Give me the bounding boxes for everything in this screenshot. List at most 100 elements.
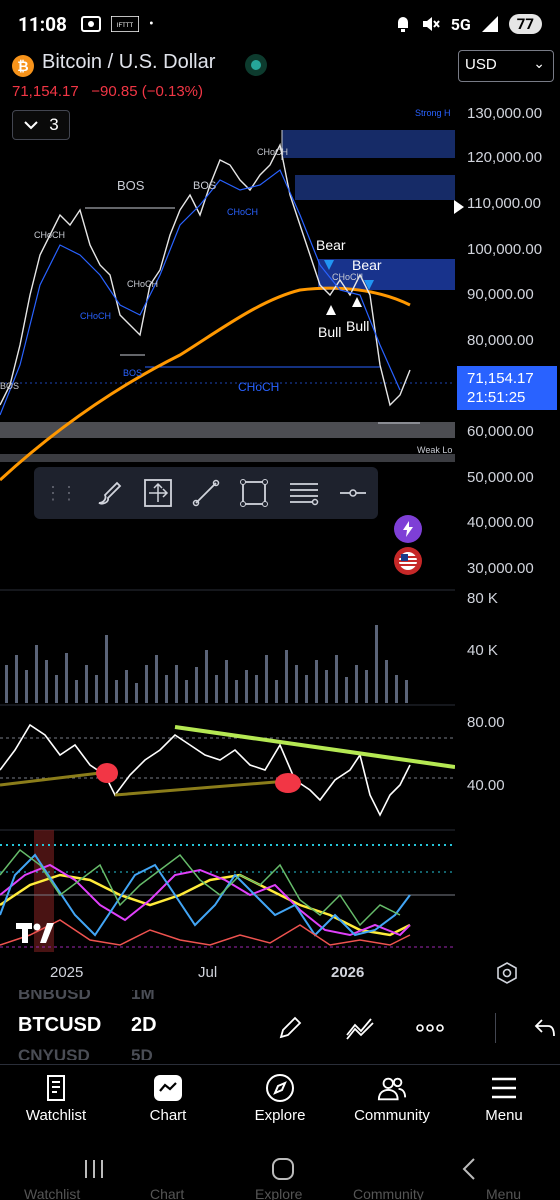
bos-label: BOS — [117, 178, 145, 193]
fib-retracement-icon — [289, 483, 318, 506]
bitcoin-icon: ₿ — [12, 55, 34, 77]
price-line: 71,154.17 −90.85 (−0.13%) — [12, 83, 203, 100]
price-tick: 90,000.00 — [467, 286, 534, 303]
currency-value: USD — [465, 56, 497, 73]
brush-icon — [98, 481, 122, 505]
current-symbol[interactable]: BTCUSD — [18, 1014, 101, 1037]
ghost-nav-label: Explore — [255, 1186, 303, 1200]
price-tick: 40,000.00 — [467, 514, 534, 531]
ghost-nav-label: Community — [353, 1186, 424, 1200]
economic-calendar-button[interactable] — [394, 547, 422, 575]
screen-record-icon — [80, 16, 101, 32]
nav-explore[interactable]: Explore — [224, 1065, 336, 1138]
choch-label: CHoCH — [80, 311, 111, 321]
choch-label: CHoCH — [127, 279, 158, 289]
indicators-button[interactable] — [325, 1008, 395, 1048]
chart-actions — [255, 1008, 560, 1048]
recent-apps-icon[interactable] — [83, 1158, 105, 1180]
rectangle-icon — [240, 479, 269, 507]
bottom-nav: Watchlist Chart Explore Community Menu — [0, 1064, 560, 1138]
back-icon[interactable] — [461, 1157, 477, 1181]
nav-label: Community — [354, 1107, 430, 1124]
current-interval[interactable]: 2D — [131, 1014, 157, 1037]
status-left-icons: IFTTT • — [80, 15, 154, 33]
pencil-icon — [279, 1016, 302, 1039]
bos-label: BOS — [0, 381, 19, 391]
dot-icon: • — [148, 16, 154, 32]
nav-label: Explore — [254, 1107, 306, 1124]
ifttt-icon: IFTTT — [110, 16, 139, 32]
indicators-toggle[interactable]: 3 — [12, 110, 70, 140]
current-price-badge: 71,154.17 21:51:25 — [457, 366, 557, 410]
measure-tool[interactable] — [142, 476, 172, 510]
rsi-trendline — [114, 778, 301, 797]
bos-label: BOS — [193, 180, 216, 192]
divergence-marker — [275, 773, 301, 793]
currency-select[interactable]: USD ⌄ — [458, 50, 554, 82]
rsi-tick: 40.00 — [467, 777, 505, 794]
drag-handle-icon[interactable]: ⋮⋮ — [44, 483, 78, 504]
interval-option[interactable]: 1M — [131, 990, 155, 1004]
nav-chart[interactable]: Chart — [112, 1065, 224, 1138]
ema-line — [0, 286, 411, 482]
indicator-count: 3 — [49, 115, 59, 134]
svg-text:IFTTT: IFTTT — [117, 23, 134, 29]
price-tick: 130,000.00 — [467, 105, 543, 122]
supply-zone — [295, 175, 455, 200]
volume-tick: 80 K — [467, 590, 498, 607]
divider — [465, 1008, 525, 1048]
undo-button[interactable] — [525, 1008, 560, 1048]
rectangle-tool[interactable] — [239, 476, 269, 510]
symbol-option[interactable]: BNBUSD — [18, 990, 91, 1004]
indicators-icon — [346, 1018, 374, 1040]
battery-indicator: 77 — [508, 14, 542, 34]
more-dots-icon — [416, 1024, 444, 1032]
time-axis[interactable]: 2025 Jul 2026 — [0, 958, 560, 988]
status-bar: 11:08 IFTTT • 5G 77 — [0, 0, 560, 48]
time-tick: 2025 — [50, 964, 84, 981]
bos-label: BOS — [123, 368, 142, 378]
menu-icon — [489, 1073, 519, 1103]
mute-icon — [422, 17, 440, 31]
trendline-tool[interactable] — [191, 476, 221, 510]
choch-label: CHoCH — [332, 272, 363, 282]
price-axis[interactable]: 130,000.00 120,000.00 110,000.00 100,000… — [455, 100, 560, 960]
choch-label: CHoCH — [227, 207, 258, 217]
nav-community[interactable]: Community — [336, 1065, 448, 1138]
measure-icon — [143, 479, 172, 507]
symbol-header: ₿ Bitcoin / U.S. Dollar 71,154.17 −90.85… — [0, 48, 560, 108]
bookmark-icon — [41, 1073, 71, 1103]
home-icon[interactable] — [271, 1157, 295, 1181]
volume-tick: 40 K — [467, 642, 498, 659]
people-icon — [377, 1073, 407, 1103]
ai-assistant-button[interactable] — [394, 515, 422, 543]
choch-label: CHoCH — [238, 380, 279, 394]
volume-bars — [5, 625, 408, 703]
bear-label: Bear — [316, 237, 346, 253]
symbol-title[interactable]: Bitcoin / U.S. Dollar — [42, 51, 215, 74]
brush-tool[interactable] — [94, 476, 124, 510]
price-change: −90.85 (−0.13%) — [91, 83, 203, 100]
status-right: 5G 77 — [395, 14, 542, 34]
chart-canvas[interactable]: BOS BOS BOS BOS CHoCH CHoCH CHoCH CHoCH … — [0, 105, 455, 960]
chart-settings-icon[interactable] — [496, 962, 518, 984]
nav-menu[interactable]: Menu — [448, 1065, 560, 1138]
chevron-down-icon: ⌄ — [533, 55, 545, 71]
bull-label: Bull — [346, 318, 369, 334]
symbol-option[interactable]: CNYUSD — [18, 1046, 90, 1060]
undo-icon — [534, 1019, 555, 1037]
price-tick: 50,000.00 — [467, 469, 534, 486]
compass-icon — [265, 1073, 295, 1103]
draw-button[interactable] — [255, 1008, 325, 1048]
market-open-icon[interactable] — [245, 54, 267, 76]
network-label: 5G — [450, 14, 471, 34]
current-price: 71,154.17 — [467, 370, 534, 387]
price-tick: 30,000.00 — [467, 560, 534, 577]
ghost-nav-label: Watchlist — [24, 1186, 81, 1200]
interval-option[interactable]: 5D — [131, 1046, 153, 1060]
horizontal-line-tool[interactable] — [338, 476, 368, 510]
bull-arrow-icon — [326, 305, 336, 315]
more-button[interactable] — [395, 1008, 465, 1048]
nav-watchlist[interactable]: Watchlist — [0, 1065, 112, 1138]
fib-tool[interactable] — [288, 476, 320, 510]
